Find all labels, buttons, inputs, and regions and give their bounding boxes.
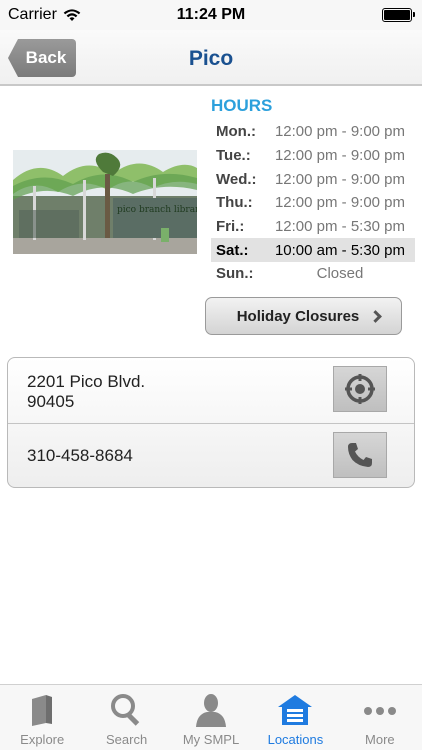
crosshair-icon bbox=[345, 374, 375, 404]
tab-explore[interactable]: Explore bbox=[0, 685, 84, 750]
navigation-bar: Back Pico bbox=[0, 30, 422, 86]
hours-row-monday: Mon.: 12:00 pm - 9:00 pm bbox=[211, 120, 415, 144]
tab-label: My SMPL bbox=[182, 732, 240, 747]
hours-value: Closed bbox=[316, 265, 364, 283]
battery-icon bbox=[382, 8, 415, 22]
hours-value: 10:00 am - 5:30 pm bbox=[274, 241, 406, 259]
day-label: Sat.: bbox=[216, 241, 249, 259]
building-sign-text: pico branch library bbox=[117, 205, 197, 215]
day-label: Sun.: bbox=[216, 265, 254, 283]
hours-value: 12:00 pm - 9:00 pm bbox=[274, 170, 406, 188]
person-icon bbox=[196, 694, 227, 727]
hours-row-friday: Fri.: 12:00 pm - 5:30 pm bbox=[211, 215, 415, 239]
hours-row-sunday: Sun.: Closed bbox=[211, 262, 415, 286]
hours-row-wednesday: Wed.: 12:00 pm - 9:00 pm bbox=[211, 167, 415, 191]
address-text: 2201 Pico Blvd. 90405 bbox=[27, 372, 145, 412]
address-row[interactable]: 2201 Pico Blvd. 90405 bbox=[8, 358, 414, 423]
hours-value: 12:00 pm - 9:00 pm bbox=[274, 147, 406, 165]
tab-label: Locations bbox=[267, 732, 324, 747]
tab-more[interactable]: More bbox=[338, 685, 422, 750]
hours-row-saturday: Sat.: 10:00 am - 5:30 pm bbox=[211, 238, 415, 263]
chevron-right-icon bbox=[369, 309, 383, 323]
tab-search[interactable]: Search bbox=[84, 685, 168, 750]
day-label: Thu.: bbox=[216, 194, 253, 212]
hours-row-tuesday: Tue.: 12:00 pm - 9:00 pm bbox=[211, 144, 415, 168]
hours-value: 12:00 pm - 9:00 pm bbox=[274, 194, 406, 212]
book-icon bbox=[32, 695, 53, 726]
day-label: Fri.: bbox=[216, 218, 245, 236]
day-label: Tue.: bbox=[216, 147, 251, 165]
phone-row[interactable]: 310-458-8684 bbox=[8, 423, 414, 487]
status-bar: Carrier 11:24 PM bbox=[0, 0, 422, 30]
hours-heading: HOURS bbox=[211, 96, 273, 115]
holiday-closures-button[interactable]: Holiday Closures bbox=[205, 297, 402, 335]
more-dots-icon bbox=[363, 707, 396, 715]
tab-label: More bbox=[365, 732, 395, 747]
address-line-1: 2201 Pico Blvd. bbox=[27, 372, 146, 391]
hours-value: 12:00 pm - 9:00 pm bbox=[274, 123, 406, 141]
hours-table: Mon.: 12:00 pm - 9:00 pm Tue.: 12:00 pm … bbox=[211, 120, 415, 286]
library-photo: pico branch library bbox=[13, 150, 197, 254]
tab-bar: Explore Search My SMPL Locations More bbox=[0, 684, 422, 750]
status-time: 11:24 PM bbox=[176, 6, 246, 23]
contact-card: 2201 Pico Blvd. 90405 310-458-8684 bbox=[7, 357, 415, 488]
holiday-closures-label: Holiday Closures bbox=[236, 307, 360, 325]
tab-label: Explore bbox=[20, 732, 65, 747]
page-title: Pico bbox=[188, 47, 234, 70]
hours-row-thursday: Thu.: 12:00 pm - 9:00 pm bbox=[211, 191, 415, 215]
address-line-2: 90405 bbox=[27, 392, 75, 411]
house-icon bbox=[278, 695, 313, 725]
library-building-image: pico branch library bbox=[13, 150, 197, 254]
phone-number: 310-458-8684 bbox=[27, 446, 133, 465]
call-button[interactable] bbox=[333, 432, 387, 478]
day-label: Mon.: bbox=[216, 123, 256, 141]
tab-locations[interactable]: Locations bbox=[253, 685, 337, 750]
hours-value: 12:00 pm - 5:30 pm bbox=[274, 218, 406, 236]
map-location-button[interactable] bbox=[333, 366, 387, 412]
phone-icon bbox=[348, 443, 372, 467]
tab-label: Search bbox=[106, 732, 148, 747]
day-label: Wed.: bbox=[216, 170, 257, 188]
tab-my-smpl[interactable]: My SMPL bbox=[169, 685, 253, 750]
search-icon bbox=[110, 694, 139, 726]
